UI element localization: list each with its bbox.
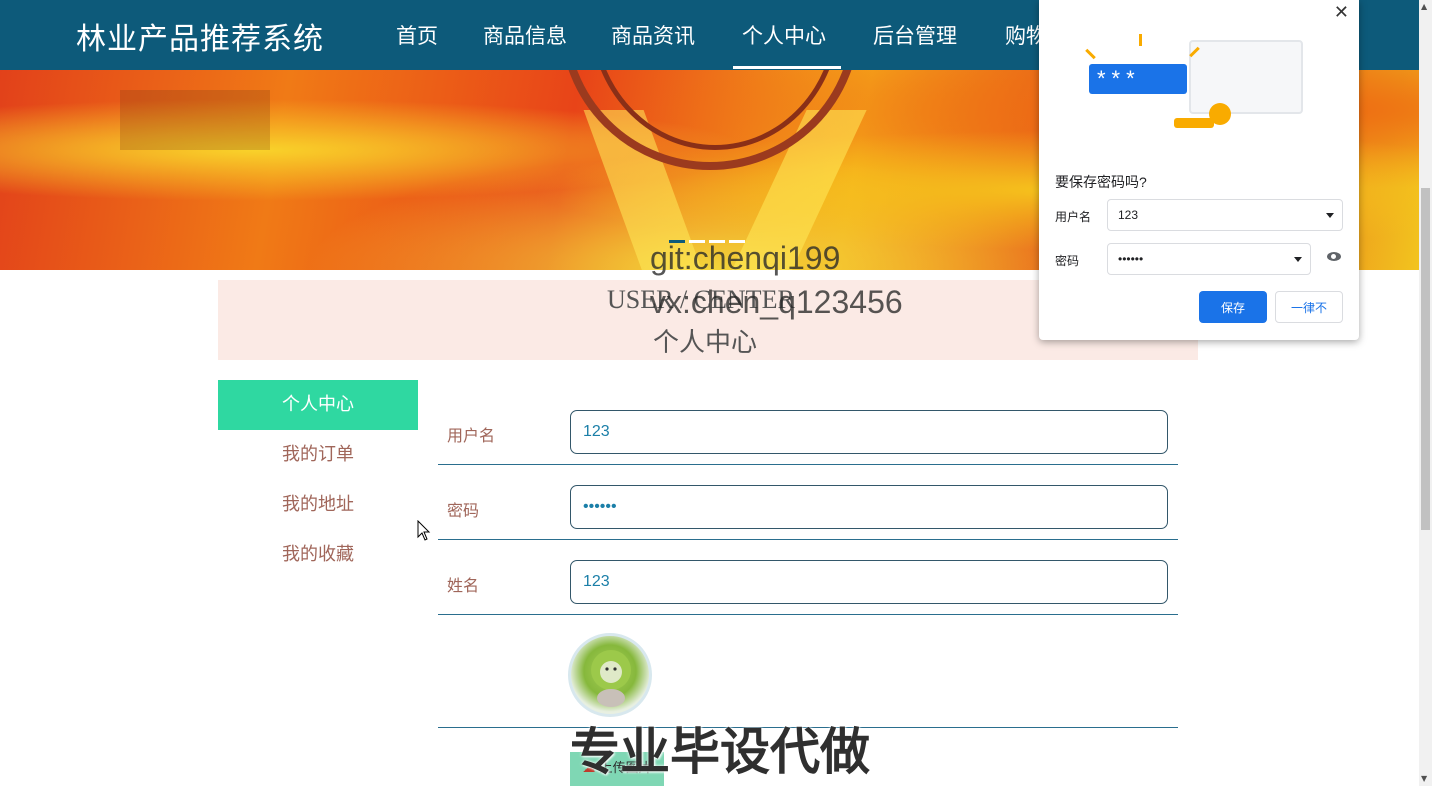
nav-item-news[interactable]: 商品资讯 [611,20,695,50]
close-icon[interactable]: ✕ [1334,2,1349,23]
form-divider [438,614,1178,615]
sidebar-item-favorites[interactable]: 我的收藏 [218,530,418,580]
chevron-down-icon [1326,213,1334,218]
username-label: 用户名 [447,426,496,445]
nav-item-home[interactable]: 首页 [396,20,438,50]
save-password-dialog: ✕ *** 要保存密码吗? 用户名 123 密码 •••••• 保存 一律不 [1039,0,1359,340]
site-brand[interactable]: 林业产品推荐系统 [76,14,324,58]
banner-decor [120,90,270,150]
watermark-git: git:chenqi199 [650,240,841,276]
watermark-big: 专业毕设代做 [570,724,870,780]
password-label: 密码 [447,501,480,520]
never-button[interactable]: 一律不 [1275,291,1343,323]
illustration-spark [1139,34,1142,46]
password-input[interactable] [570,485,1168,529]
lion-avatar-icon [591,650,631,707]
name-input[interactable] [570,560,1168,604]
name-label: 姓名 [447,576,480,595]
nav-item-user-center[interactable]: 个人中心 [742,20,826,50]
chevron-down-icon [1294,257,1302,262]
nav-item-products[interactable]: 商品信息 [483,20,567,50]
dialog-password-label: 密码 [1055,254,1080,268]
page-scrollbar[interactable]: ▲ ▼ [1419,0,1432,786]
mouse-cursor-icon [417,520,431,541]
dialog-password-value: •••••• [1118,252,1144,266]
scroll-thumb[interactable] [1421,188,1430,530]
sidebar-item-address[interactable]: 我的地址 [218,480,418,530]
watermark-vx: vx:chen_q123456 [650,284,903,320]
password-illustration: *** [1089,64,1187,94]
dialog-username-select[interactable]: 123 [1107,199,1343,231]
nav-item-admin[interactable]: 后台管理 [873,20,957,50]
key-icon [1174,118,1214,128]
dialog-password-select[interactable]: •••••• [1107,243,1311,275]
sidebar-item-orders[interactable]: 我的订单 [218,430,418,480]
save-button[interactable]: 保存 [1199,291,1267,323]
dialog-username-label: 用户名 [1055,210,1092,224]
dialog-username-value: 123 [1118,208,1139,222]
illustration-screen [1189,40,1303,114]
scroll-up-icon[interactable]: ▲ [1421,2,1427,11]
form-divider [438,464,1178,465]
nav-active-indicator [733,66,841,69]
sidebar-item-user-center[interactable]: 个人中心 [218,380,418,430]
username-input[interactable] [570,410,1168,454]
dialog-title: 要保存密码吗? [1055,174,1147,190]
scroll-down-icon[interactable]: ▼ [1421,774,1427,783]
illustration-spark [1085,48,1096,60]
form-divider [438,539,1178,540]
eye-icon[interactable] [1327,252,1341,261]
avatar [568,633,652,717]
page-title-cn: 个人中心 [653,328,758,357]
key-head-icon [1209,103,1231,125]
